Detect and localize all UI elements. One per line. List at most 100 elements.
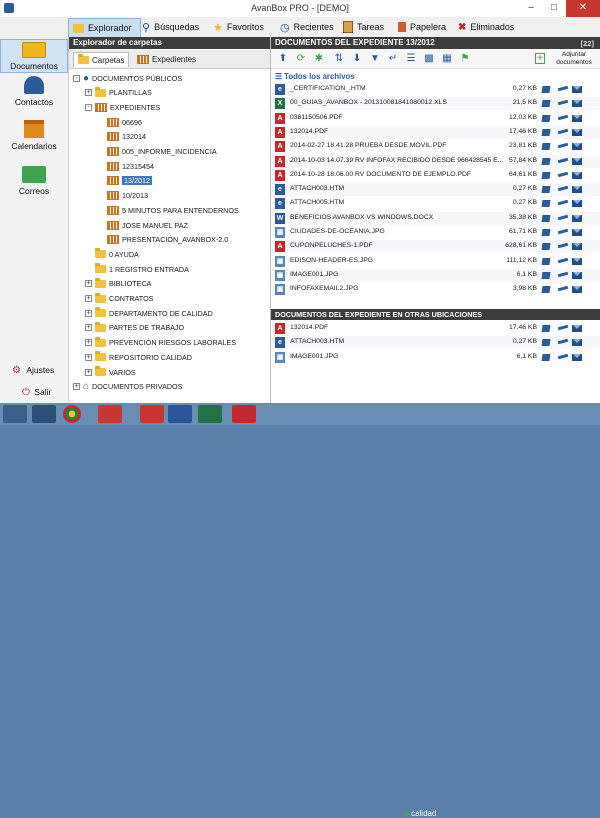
tag-icon[interactable]	[541, 186, 551, 194]
maximize-button[interactable]: □	[543, 0, 565, 17]
sign-icon[interactable]	[557, 271, 569, 278]
tab-tareas[interactable]: Tareas	[343, 18, 384, 36]
sign-icon[interactable]	[557, 185, 569, 192]
acrobat-icon[interactable]	[232, 405, 256, 423]
sign-icon[interactable]	[557, 257, 569, 263]
file-row[interactable]: A 132014.PDF 17,46 KB	[271, 125, 600, 139]
file-row[interactable]: W BENEFICIOS AVANBOX VS WINDOWS.DOCX 35,38…	[271, 211, 600, 225]
gallery-view-icon[interactable]: ▩	[423, 53, 435, 65]
tree-node[interactable]: + DEPARTAMENTO DE CALIDAD	[85, 307, 213, 319]
sign-icon[interactable]	[557, 243, 569, 249]
sign-icon[interactable]	[557, 200, 569, 206]
excel-icon[interactable]	[198, 405, 222, 423]
tag-icon[interactable]: ⚑	[459, 53, 471, 65]
sign-icon[interactable]	[557, 324, 569, 331]
attach-documents-button[interactable]: + Adjuntar documentos	[533, 51, 599, 67]
tree-node[interactable]: + VARIOS	[85, 366, 136, 378]
expand-icon[interactable]: +	[73, 383, 80, 391]
file-row[interactable]: A 2014-10-03 14.07.39 RV INFOFAX RECIBIDO…	[271, 154, 600, 168]
tag-icon[interactable]	[541, 353, 551, 361]
tag-icon[interactable]	[541, 271, 551, 279]
sign-icon[interactable]	[557, 128, 569, 135]
tag-icon[interactable]	[541, 157, 551, 165]
tab-busquedas[interactable]: ⚲ Búsquedas	[142, 18, 199, 36]
file-row[interactable]: ▣ CIUDADES-DE-OCEANIA.JPG 61,71 KB	[271, 226, 600, 239]
minimize-button[interactable]: –	[520, 0, 542, 17]
start-button[interactable]	[3, 405, 27, 423]
send-mail-icon[interactable]	[572, 200, 582, 208]
tree-node[interactable]: + REPOSITORIO CALIDAD	[85, 351, 192, 363]
send-mail-icon[interactable]	[572, 214, 582, 222]
send-mail-icon[interactable]	[572, 243, 582, 251]
tree-node[interactable]: 10/2013	[97, 190, 148, 202]
collapse-icon[interactable]: -	[73, 74, 80, 82]
word-icon[interactable]	[168, 405, 192, 423]
tag-icon[interactable]	[541, 171, 551, 179]
sidebar-item-ajustes[interactable]: ⚙ Ajustes	[0, 365, 68, 377]
sign-icon[interactable]	[557, 85, 569, 92]
file-row[interactable]: A 2014-02-27 18.41.28 PRUEBA DESDE MOVIL.…	[271, 140, 600, 153]
tag-icon[interactable]	[541, 339, 551, 347]
send-mail-icon[interactable]	[572, 353, 582, 361]
tree-node[interactable]: + PARTES DE TRABAJO	[85, 321, 184, 334]
send-mail-icon[interactable]	[572, 157, 582, 165]
collapse-icon[interactable]: -	[85, 103, 92, 111]
subtab-carpetas[interactable]: Carpetas	[73, 52, 130, 67]
sign-icon[interactable]	[557, 353, 569, 359]
file-row[interactable]: ▣ EDISON-HEADER-ES.JPG 111,12 KB	[271, 255, 600, 268]
tree-node[interactable]: PRESENTACIÓN_AVANBOX-2.0	[97, 234, 228, 246]
send-mail-icon[interactable]	[572, 86, 582, 93]
send-mail-icon[interactable]	[572, 171, 582, 179]
tree-node[interactable]: 0 AYUDA	[85, 248, 139, 260]
tag-icon[interactable]	[541, 214, 551, 222]
sign-icon[interactable]	[557, 228, 569, 235]
sign-icon[interactable]	[557, 100, 569, 106]
file-row[interactable]: ▣ IMAGE001.JPG 6,1 KB	[271, 268, 600, 282]
sign-icon[interactable]	[557, 214, 569, 220]
send-mail-icon[interactable]	[572, 100, 582, 108]
sign-icon[interactable]	[557, 285, 569, 292]
file-row[interactable]: e ATTACH003.HTM 0,27 KB	[271, 183, 600, 197]
tab-recientes[interactable]: ◷ Recientes	[280, 18, 334, 36]
send-mail-icon[interactable]	[572, 257, 582, 265]
view-mode-icon[interactable]: ▦	[441, 53, 453, 65]
filter-icon[interactable]: ▼	[369, 53, 381, 65]
sidebar-item-documentos[interactable]: Documentos	[0, 39, 68, 73]
subtab-expedientes[interactable]: Expedientes	[133, 52, 200, 66]
upload-icon[interactable]: ⬆	[277, 53, 289, 65]
taskbar-app-icon[interactable]	[98, 405, 122, 423]
expand-icon[interactable]: +	[85, 309, 92, 317]
tab-papelera[interactable]: Papelera	[398, 18, 446, 36]
tag-icon[interactable]	[541, 229, 551, 236]
expand-icon[interactable]: +	[85, 353, 92, 361]
expand-icon[interactable]: +	[85, 368, 92, 376]
avanbox-taskbar-icon[interactable]	[140, 405, 164, 423]
tree-node[interactable]: 5 MINUTOS PARA ENTENDERNOS	[97, 204, 239, 216]
sign-icon[interactable]	[557, 157, 569, 163]
sidebar-item-salir[interactable]: ⏻ Salir	[0, 387, 68, 399]
sidebar-item-correos[interactable]: Correos	[0, 163, 68, 201]
move-icon[interactable]: ↵	[387, 53, 399, 65]
tag-icon[interactable]	[541, 143, 551, 151]
refresh-icon[interactable]: ⟳	[295, 53, 307, 65]
send-mail-icon[interactable]	[572, 128, 582, 136]
list-view-icon[interactable]: ☰	[405, 53, 417, 65]
sign-icon[interactable]	[557, 142, 569, 149]
file-row[interactable]: A CUPONPELUCHES-1.PDF 628,61 KB	[271, 240, 600, 254]
tree-node[interactable]: + PLANTILLAS	[85, 86, 152, 99]
tree-node[interactable]: - EXPEDIENTES	[85, 101, 160, 113]
tag-icon[interactable]	[541, 86, 551, 93]
tree-node[interactable]: 132014	[97, 131, 146, 143]
expand-icon[interactable]: +	[85, 324, 92, 332]
tree-node[interactable]: + CONTRATOS	[85, 292, 153, 305]
puzzle-icon[interactable]: ✱	[313, 53, 325, 65]
send-mail-icon[interactable]	[572, 186, 582, 194]
send-mail-icon[interactable]	[572, 271, 582, 279]
file-row[interactable]: e ATTACH005.HTM 0,27 KB	[271, 197, 600, 210]
file-row[interactable]: ▣ IMAGE001.JPG 6,1 KB	[271, 351, 600, 364]
tag-icon[interactable]	[541, 114, 551, 122]
expand-icon[interactable]: +	[85, 295, 92, 302]
tag-icon[interactable]	[541, 325, 551, 332]
file-row[interactable]: A 132014.PDF 17,46 KB	[271, 322, 600, 335]
tree-node[interactable]: - ● DOCUMENTOS PÚBLICOS	[73, 72, 182, 84]
